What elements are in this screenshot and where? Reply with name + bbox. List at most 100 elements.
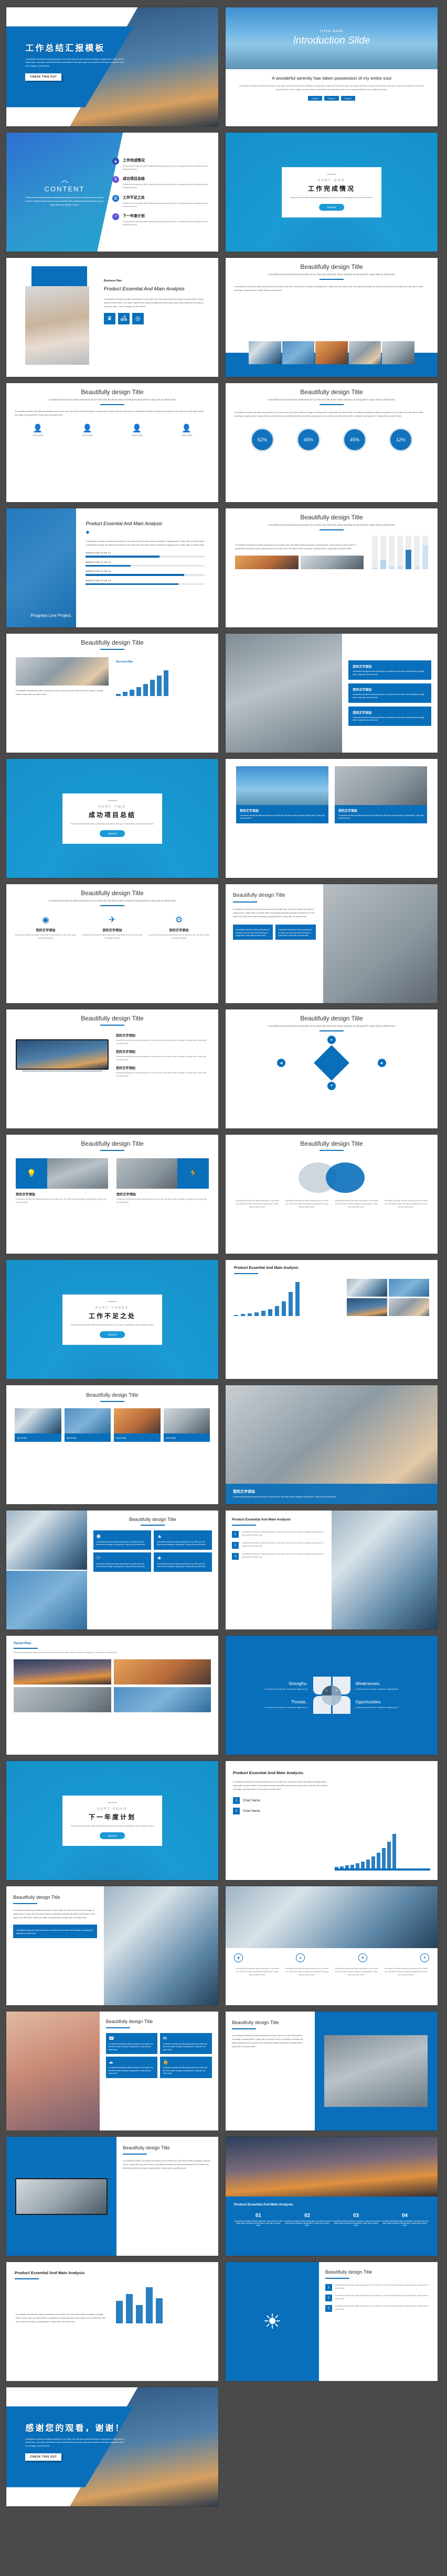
- info-tile[interactable]: 您的文字添加 A wonderful serenity has taken po…: [348, 660, 431, 680]
- info-tile[interactable]: A wonderful serenity has taken possessio…: [13, 1925, 97, 1938]
- crown-icon[interactable]: ♛: [103, 312, 115, 324]
- slide-analysis-bars[interactable]: Product Essential And Main Analysis: [226, 1260, 438, 1379]
- timeline-step[interactable]: 03 A wonderful serenity has taken possess…: [332, 2213, 380, 2226]
- image-cell[interactable]: 您的文字添加: [15, 1408, 61, 1442]
- slide-people-stats[interactable]: Beautifully design Title A wonderful ser…: [6, 383, 218, 502]
- slide-venn[interactable]: Beautifully design Title A wonderful ser…: [226, 1135, 438, 1254]
- info-tile[interactable]: ▲ A wonderful serenity has taken possessi…: [154, 1530, 212, 1550]
- slide-part-four[interactable]: PART FOUR 下一年度计划 Entrepreneurial activit…: [6, 1761, 218, 1880]
- info-tile[interactable]: ☁ A wonderful serenity has taken possessi…: [105, 2057, 158, 2078]
- keyword-button[interactable]: keyword: [99, 830, 125, 837]
- info-tile[interactable]: ◉ A wonderful serenity has taken possessi…: [93, 1530, 152, 1550]
- slide-blue-tile-grid[interactable]: Beautifully design Title ◉ A wonderful se…: [6, 1510, 218, 1629]
- slide-part-two[interactable]: PART TWO 成功项目总结 Entrepreneurial activiti…: [6, 759, 218, 878]
- node-top[interactable]: ▲: [327, 1036, 336, 1045]
- node-left[interactable]: ◀: [276, 1059, 285, 1068]
- image-cell[interactable]: 您的文字添加: [64, 1408, 111, 1442]
- slide-text-photo-split[interactable]: Beautifully design Title A wonderful ser…: [226, 884, 438, 1003]
- intro-chip[interactable]: Keyword: [340, 96, 355, 101]
- slide-track-bars[interactable]: Beautifully design Title A wonderful ser…: [226, 508, 438, 627]
- node-right[interactable]: ▶: [378, 1059, 387, 1068]
- slide-part-one[interactable]: PART ONR 工作完成情况 Entrepreneurial activiti…: [226, 133, 438, 252]
- slide-three-up-icons[interactable]: Beautifully design Title A wonderful ser…: [6, 884, 218, 1003]
- slide-numbered-list[interactable]: Product Essential And Main Analysis 1A w…: [226, 1510, 438, 1629]
- closing-cta-button[interactable]: CHECK THIS OUT: [25, 2453, 62, 2461]
- info-tile[interactable]: 您的文字添加 A wonderful serenity has taken po…: [348, 683, 431, 703]
- node-icon[interactable]: ◉: [234, 1953, 243, 1963]
- slide-building-split[interactable]: Beautifully design Title A wonderful ser…: [6, 1886, 218, 2005]
- slide-blue-bars[interactable]: Product Essential And Main Analysis A wo…: [6, 2262, 218, 2381]
- slide-image-strip[interactable]: Beautifully design Title A wonderful ser…: [226, 258, 438, 377]
- photo-card[interactable]: 💡 您的文字添加 A wonderful serenity has taken …: [16, 1158, 108, 1204]
- slide-bulb-runner-cards[interactable]: Beautifully design Title 💡 您的文字添加 A wond…: [6, 1135, 218, 1254]
- list-item[interactable]: ◈ 工作完成情况 Entrepreneurial activities diff…: [112, 158, 210, 171]
- list-item[interactable]: 2A wonderful serenity has taken possessi…: [325, 2295, 431, 2301]
- slide-content-toc[interactable]: ︿ CONTENT Entrepreneurial activities dif…: [6, 133, 218, 252]
- keyword-button[interactable]: keyword: [99, 1331, 125, 1338]
- slide-swot[interactable]: Strengths. Lorem ipsum dolor sit amet, c…: [226, 1636, 438, 1755]
- node-icon[interactable]: ▲: [296, 1953, 305, 1963]
- feature-col[interactable]: ⚙ 您的文字添加 A wonderful serenity has taken …: [148, 915, 210, 940]
- slide-brain-icons[interactable]: ☀ Beautifully design Title 1A wonderful …: [226, 2262, 438, 2381]
- slide-business-plan[interactable]: Business Plan Product Essential And Main…: [6, 258, 218, 377]
- image-cell[interactable]: 您的文字添加: [163, 1408, 210, 1442]
- info-tile[interactable]: ⚐ A wonderful serenity has taken possessi…: [93, 1552, 152, 1572]
- keyword-button[interactable]: keyword: [99, 1832, 125, 1839]
- intro-chip[interactable]: Keyword: [308, 96, 323, 101]
- slide-phone-mock[interactable]: Beautifully design Title ☎ A wonderful se…: [6, 2012, 218, 2131]
- legend-item[interactable]: 2 Chart Name.: [233, 1808, 328, 1815]
- info-tile[interactable]: ★ A wonderful serenity has taken possessi…: [154, 1552, 212, 1572]
- slide-network-nodes[interactable]: ◉ ▲ ■ ★ A wonderful serenity has taken p…: [226, 1886, 438, 2005]
- slide-timeline[interactable]: Product Essential And Main Analysis. 01 A…: [226, 2137, 438, 2256]
- info-tile[interactable]: 您的文字添加 A wonderful serenity has taken po…: [348, 706, 431, 726]
- slide-desk-hero[interactable]: 您的文字添加 A wonderful serenity has taken po…: [226, 1385, 438, 1504]
- slide-growth-bars[interactable]: Beautifully design Title A wonderful ser…: [6, 634, 218, 753]
- slide-closing[interactable]: 感谢您的观看，谢谢！ A wonderful serenity has take…: [6, 2387, 218, 2506]
- intro-chip[interactable]: Keyword: [324, 96, 339, 101]
- slide-tablet-mock[interactable]: Beautifully design Title A wonderful ser…: [6, 2137, 218, 2256]
- sofa-icon[interactable]: 🛋: [118, 312, 130, 324]
- slide-cover[interactable]: 工作总结汇报模板 A wonderful serenity has taken …: [6, 7, 218, 126]
- list-item[interactable]: 3A wonderful serenity has taken possessi…: [325, 2305, 431, 2312]
- slide-introduction[interactable]: TITLE HERE Introduction Slide A wonderfu…: [226, 7, 438, 126]
- timeline-step[interactable]: 01 A wonderful serenity has taken possess…: [234, 2213, 283, 2226]
- info-tile[interactable]: ✉ A wonderful serenity has taken possessi…: [160, 2033, 212, 2055]
- mini-tile[interactable]: A wonderful serenity has taken possessio…: [233, 925, 273, 940]
- photo-card[interactable]: 您的文字添加 A wonderful serenity has taken po…: [236, 766, 328, 823]
- slide-progress-line[interactable]: Progress Line Project. Product Essential…: [6, 508, 218, 627]
- slide-four-image-grid[interactable]: Beautifully design Title 您的文字添加 您的文字添加 您…: [6, 1385, 218, 1504]
- info-tile[interactable]: 🔒 A wonderful serenity has taken possessi…: [160, 2057, 212, 2078]
- legend-item[interactable]: 1 Chart Name.: [233, 1797, 328, 1805]
- photo-card[interactable]: 🏃 您的文字添加 A wonderful serenity has taken …: [116, 1158, 209, 1204]
- slide-photo-cards-top[interactable]: 您的文字添加 A wonderful serenity has taken po…: [226, 634, 438, 753]
- node-icon[interactable]: ★: [420, 1953, 429, 1963]
- timeline-step[interactable]: 02 A wonderful serenity has taken possess…: [283, 2213, 332, 2226]
- slide-two-photo-cards[interactable]: 您的文字添加 A wonderful serenity has taken po…: [226, 759, 438, 878]
- timeline-step[interactable]: 04 A wonderful serenity has taken possess…: [380, 2213, 429, 2226]
- list-item[interactable]: 1A wonderful serenity has taken possessi…: [325, 2284, 431, 2291]
- node-icon[interactable]: ■: [358, 1953, 367, 1963]
- info-tile[interactable]: ☎ A wonderful serenity has taken possessi…: [105, 2033, 158, 2055]
- list-item[interactable]: ▥ 工作不足之处 Entrepreneurial activities diff…: [112, 194, 210, 208]
- slide-runner-screen[interactable]: Beautifully design Title A wonderful ser…: [226, 2012, 438, 2131]
- slide-percent-donuts[interactable]: Beautifully design Title A wonderful ser…: [226, 383, 438, 502]
- slide-part-three[interactable]: PART THREE 工作不足之处 Entrepreneurial activi…: [6, 1260, 218, 1379]
- feature-col[interactable]: ◉ 您的文字添加 A wonderful serenity has taken …: [15, 915, 77, 940]
- camera-icon[interactable]: ◎: [132, 312, 144, 324]
- feature-col[interactable]: ✈ 您的文字添加 A wonderful serenity has taken …: [81, 915, 143, 940]
- slide-laptop-mock[interactable]: Beautifully design Title 您的文字添加 A wonder…: [6, 1009, 218, 1128]
- mini-tile[interactable]: A wonderful serenity has taken possessio…: [275, 925, 316, 940]
- list-item[interactable]: $ 成功项目总结 Entrepreneurial activities diff…: [112, 176, 210, 189]
- keyword-button[interactable]: keyword: [318, 203, 345, 211]
- list-item[interactable]: ↗ 下一年度计划 Entrepreneurial activities diff…: [112, 213, 210, 226]
- list-item[interactable]: 3A wonderful serenity has taken possessi…: [232, 1553, 325, 1560]
- slide-parent-plan[interactable]: Parent Plan. A wonderful serenity has ta…: [6, 1636, 218, 1755]
- node-bottom[interactable]: ▼: [327, 1082, 336, 1091]
- cover-cta-button[interactable]: CHECK THIS OUT: [25, 73, 62, 81]
- slide-diamond-diagram[interactable]: Beautifully design Title A wonderful ser…: [226, 1009, 438, 1128]
- slide-chart-name-block[interactable]: Product Essential And Main Analysis. A w…: [226, 1761, 438, 1880]
- list-item[interactable]: 1A wonderful serenity has taken possessi…: [232, 1531, 325, 1538]
- list-item[interactable]: 2A wonderful serenity has taken possessi…: [232, 1542, 325, 1549]
- photo-card[interactable]: 您的文字添加 A wonderful serenity has taken po…: [335, 766, 427, 823]
- image-cell[interactable]: 您的文字添加: [114, 1408, 161, 1442]
